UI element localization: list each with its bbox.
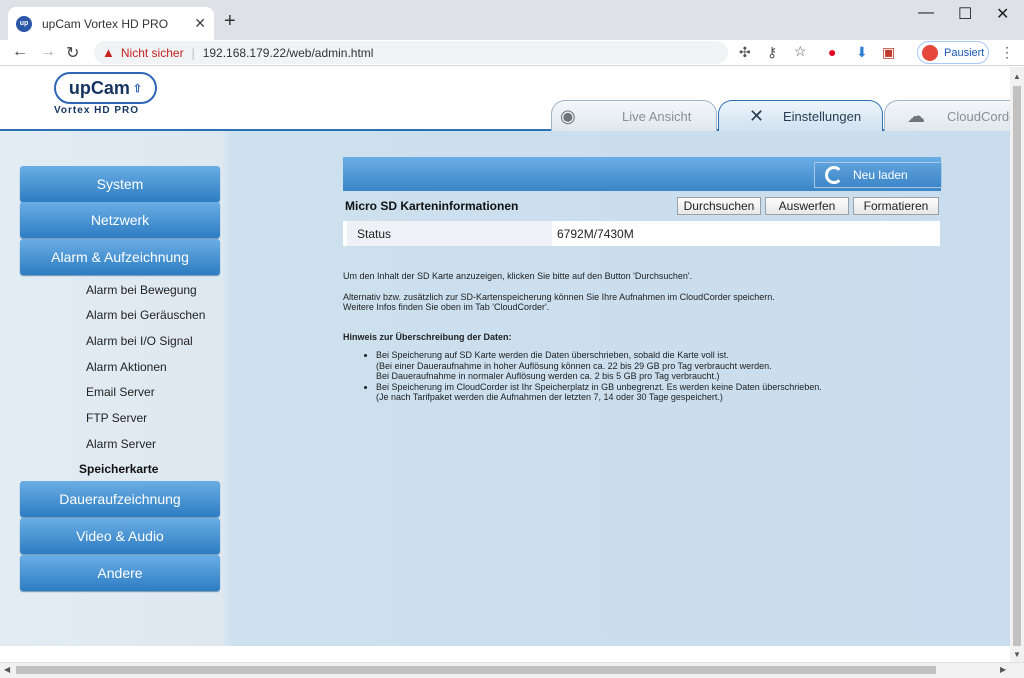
scroll-left-icon[interactable]: ◀ bbox=[4, 665, 10, 674]
reload-label: Neu laden bbox=[853, 168, 908, 182]
info-text-browse: Um den Inhalt der SD Karte anzuzeigen, k… bbox=[343, 271, 693, 281]
tab-label: Live Ansicht bbox=[622, 108, 692, 124]
formatieren-button[interactable]: Formatieren bbox=[853, 197, 939, 215]
horizontal-scroll-thumb[interactable] bbox=[16, 666, 936, 674]
reload-button[interactable]: Neu laden bbox=[814, 162, 942, 188]
minimize-icon[interactable]: — bbox=[918, 4, 934, 22]
hint-list: Bei Speicherung auf SD Karte werden die … bbox=[354, 350, 914, 403]
tab-live-ansicht[interactable]: ◉ Live Ansicht bbox=[551, 100, 717, 131]
upload-arrow-icon: ⇧ bbox=[132, 82, 143, 95]
address-separator: | bbox=[191, 45, 195, 60]
hint-line: (Je nach Tarifpaket werden die Aufnahmen… bbox=[376, 392, 723, 402]
status-label: Status bbox=[347, 221, 552, 246]
info-text-cloud-tab: Weitere Infos finden Sie oben im Tab 'Cl… bbox=[343, 302, 550, 312]
hint-title: Hinweis zur Überschreibung der Daten: bbox=[343, 332, 512, 342]
tools-icon: ✕ bbox=[749, 106, 765, 126]
sidebar-subitem-alarm-aktionen[interactable]: Alarm Aktionen bbox=[86, 360, 167, 374]
key-icon[interactable]: ⚷ bbox=[767, 44, 777, 61]
refresh-icon bbox=[825, 166, 843, 184]
eye-icon: ◉ bbox=[560, 106, 576, 126]
profile-button[interactable]: Pausiert bbox=[917, 41, 989, 64]
sidebar-subitem-speicherkarte[interactable]: Speicherkarte bbox=[79, 462, 158, 476]
download-icon[interactable]: ⬇ bbox=[856, 44, 868, 61]
address-bar[interactable]: ▲ Nicht sicher | 192.168.179.22/web/admi… bbox=[94, 41, 728, 64]
pinterest-icon[interactable]: ● bbox=[828, 44, 836, 60]
auswerfen-button[interactable]: Auswerfen bbox=[765, 197, 849, 215]
close-window-icon[interactable]: ✕ bbox=[996, 4, 1009, 24]
profile-label: Pausiert bbox=[944, 46, 985, 59]
warning-icon: ▲ bbox=[102, 45, 115, 60]
sidebar-subitem-email-server[interactable]: Email Server bbox=[86, 385, 155, 399]
hint-line: Bei Speicherung im CloudCorder ist Ihr S… bbox=[376, 381, 822, 392]
sidebar-item-daueraufzeichnung[interactable]: Daueraufzeichnung bbox=[20, 481, 220, 517]
browser-tab[interactable]: up upCam Vortex HD PRO ✕ bbox=[8, 7, 214, 40]
sidebar-subitem-alarm-io[interactable]: Alarm bei I/O Signal bbox=[86, 334, 193, 348]
vertical-scroll-thumb[interactable] bbox=[1013, 86, 1021, 646]
logo: upCam ⇧ Vortex HD PRO bbox=[54, 72, 157, 116]
sidebar-item-system[interactable]: System bbox=[20, 166, 220, 202]
bookmark-star-icon[interactable]: ☆ bbox=[794, 43, 807, 60]
sidebar-subitem-ftp-server[interactable]: FTP Server bbox=[86, 411, 147, 425]
cloud-icon: ☁ bbox=[907, 106, 925, 126]
extension-puzzle-icon[interactable]: ✣ bbox=[739, 44, 751, 61]
hint-line: Bei Speicherung auf SD Karte werden die … bbox=[376, 350, 729, 360]
sidebar-subitem-alarm-server[interactable]: Alarm Server bbox=[86, 437, 156, 451]
section-title: Micro SD Karteninformationen bbox=[345, 199, 519, 213]
hint-line: (Bei einer Daueraufnahme in hoher Auflös… bbox=[376, 360, 772, 371]
maximize-icon[interactable]: ☐ bbox=[958, 4, 972, 24]
sidebar-subitem-alarm-geraeuschen[interactable]: Alarm bei Geräuschen bbox=[86, 308, 205, 322]
logo-subtitle: Vortex HD PRO bbox=[54, 105, 140, 116]
scroll-down-icon[interactable]: ▼ bbox=[1013, 650, 1021, 659]
new-tab-button[interactable]: + bbox=[224, 10, 236, 33]
sidebar-item-video-audio[interactable]: Video & Audio bbox=[20, 518, 220, 554]
forward-icon[interactable]: → bbox=[40, 43, 56, 61]
avatar bbox=[922, 44, 938, 61]
status-value: 6792M/7430M bbox=[557, 226, 634, 241]
tab-label: Einstellungen bbox=[783, 108, 862, 124]
tab-einstellungen[interactable]: ✕ Einstellungen bbox=[718, 100, 883, 131]
durchsuchen-button[interactable]: Durchsuchen bbox=[677, 197, 761, 215]
list-item: Bei Speicherung auf SD Karte werden die … bbox=[376, 350, 914, 382]
reload-icon[interactable]: ↻ bbox=[66, 43, 79, 63]
scroll-up-icon[interactable]: ▲ bbox=[1013, 72, 1021, 81]
pdf-icon[interactable]: ▣ bbox=[882, 44, 895, 61]
sidebar-item-netzwerk[interactable]: Netzwerk bbox=[20, 202, 220, 238]
security-label[interactable]: Nicht sicher bbox=[121, 46, 184, 60]
sidebar-subitem-alarm-bewegung[interactable]: Alarm bei Bewegung bbox=[86, 283, 197, 297]
browser-tab-title: upCam Vortex HD PRO bbox=[42, 16, 169, 31]
upcam-favicon-icon: up bbox=[16, 15, 32, 32]
menu-dots-icon[interactable]: ⋮ bbox=[1000, 44, 1014, 61]
hint-line: Bei Daueraufnahme in normaler Auflösung … bbox=[376, 371, 720, 381]
logo-cloud: upCam ⇧ bbox=[54, 72, 157, 104]
tab-cloudcorder[interactable]: ☁ CloudCorder bbox=[884, 100, 1021, 131]
list-item: Bei Speicherung im CloudCorder ist Ihr S… bbox=[376, 382, 914, 403]
close-tab-icon[interactable]: ✕ bbox=[194, 15, 206, 32]
url-text[interactable]: 192.168.179.22/web/admin.html bbox=[203, 46, 374, 60]
sidebar-item-alarm-aufzeichnung[interactable]: Alarm & Aufzeichnung bbox=[20, 239, 220, 275]
logo-text: upCam bbox=[68, 77, 130, 98]
sidebar-item-andere[interactable]: Andere bbox=[20, 555, 220, 591]
status-row: Status 6792M/7430M bbox=[343, 221, 940, 246]
scroll-right-icon[interactable]: ▶ bbox=[1000, 665, 1006, 674]
back-icon[interactable]: ← bbox=[12, 43, 28, 61]
